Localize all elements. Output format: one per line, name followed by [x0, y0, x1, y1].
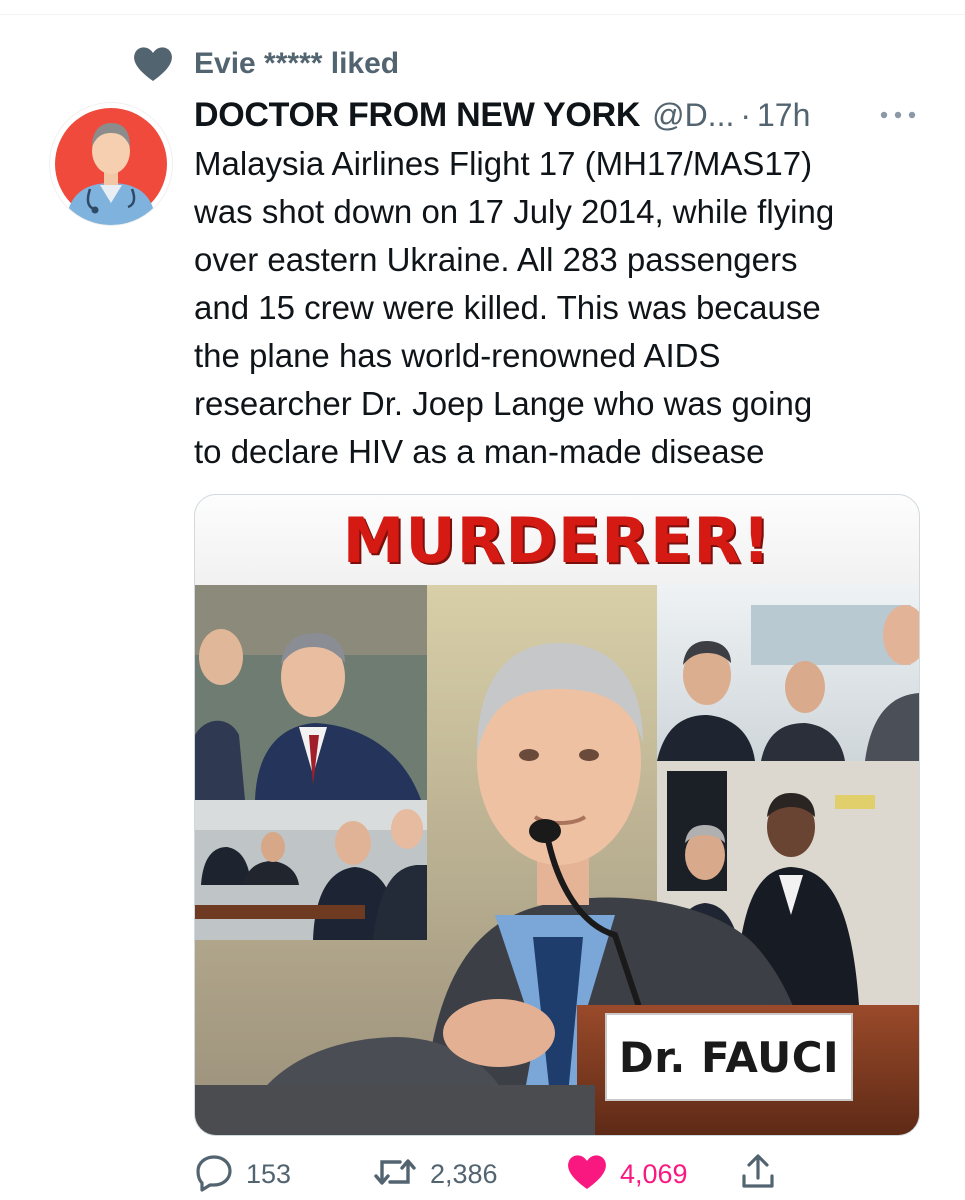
reply-button[interactable]: 153: [194, 1148, 291, 1200]
timeline-divider: [0, 0, 965, 15]
share-icon: [740, 1152, 776, 1197]
tweet-text: Malaysia Airlines Flight 17 (MH17/MAS17)…: [194, 145, 835, 470]
tweet-media-image[interactable]: MURDERER! Dr. FAUCI: [194, 494, 920, 1136]
social-context[interactable]: Evie ***** liked: [132, 44, 399, 84]
heart-filled-icon: [566, 1153, 608, 1196]
media-nameplate: Dr. FAUCI: [605, 1013, 853, 1101]
tweet-timestamp[interactable]: 17h: [757, 97, 810, 134]
reply-icon: [194, 1152, 234, 1197]
media-banner-text: MURDERER!: [342, 503, 772, 577]
retweet-button[interactable]: 2,386: [372, 1148, 498, 1200]
tweet-actions-bar: 153 2,386 4,069: [194, 1148, 934, 1200]
like-count: 4,069: [620, 1158, 688, 1189]
more-options-icon[interactable]: [876, 100, 920, 130]
author-handle[interactable]: @D...: [652, 97, 734, 134]
media-nameplate-text: Dr. FAUCI: [618, 1032, 840, 1082]
author-display-name[interactable]: DOCTOR FROM NEW YORK: [194, 96, 640, 135]
heart-icon: [132, 44, 178, 84]
reply-count: 153: [246, 1158, 292, 1189]
social-context-text: Evie ***** liked: [194, 47, 400, 80]
retweet-icon: [372, 1152, 418, 1197]
avatar[interactable]: [50, 103, 172, 225]
media-banner: MURDERER!: [195, 495, 919, 585]
retweet-count: 2,386: [430, 1158, 498, 1189]
tweet-header: DOCTOR FROM NEW YORK @D... · 17h: [194, 94, 934, 136]
header-separator: ·: [740, 96, 751, 133]
share-button[interactable]: [740, 1148, 776, 1200]
like-button[interactable]: 4,069: [566, 1148, 688, 1200]
